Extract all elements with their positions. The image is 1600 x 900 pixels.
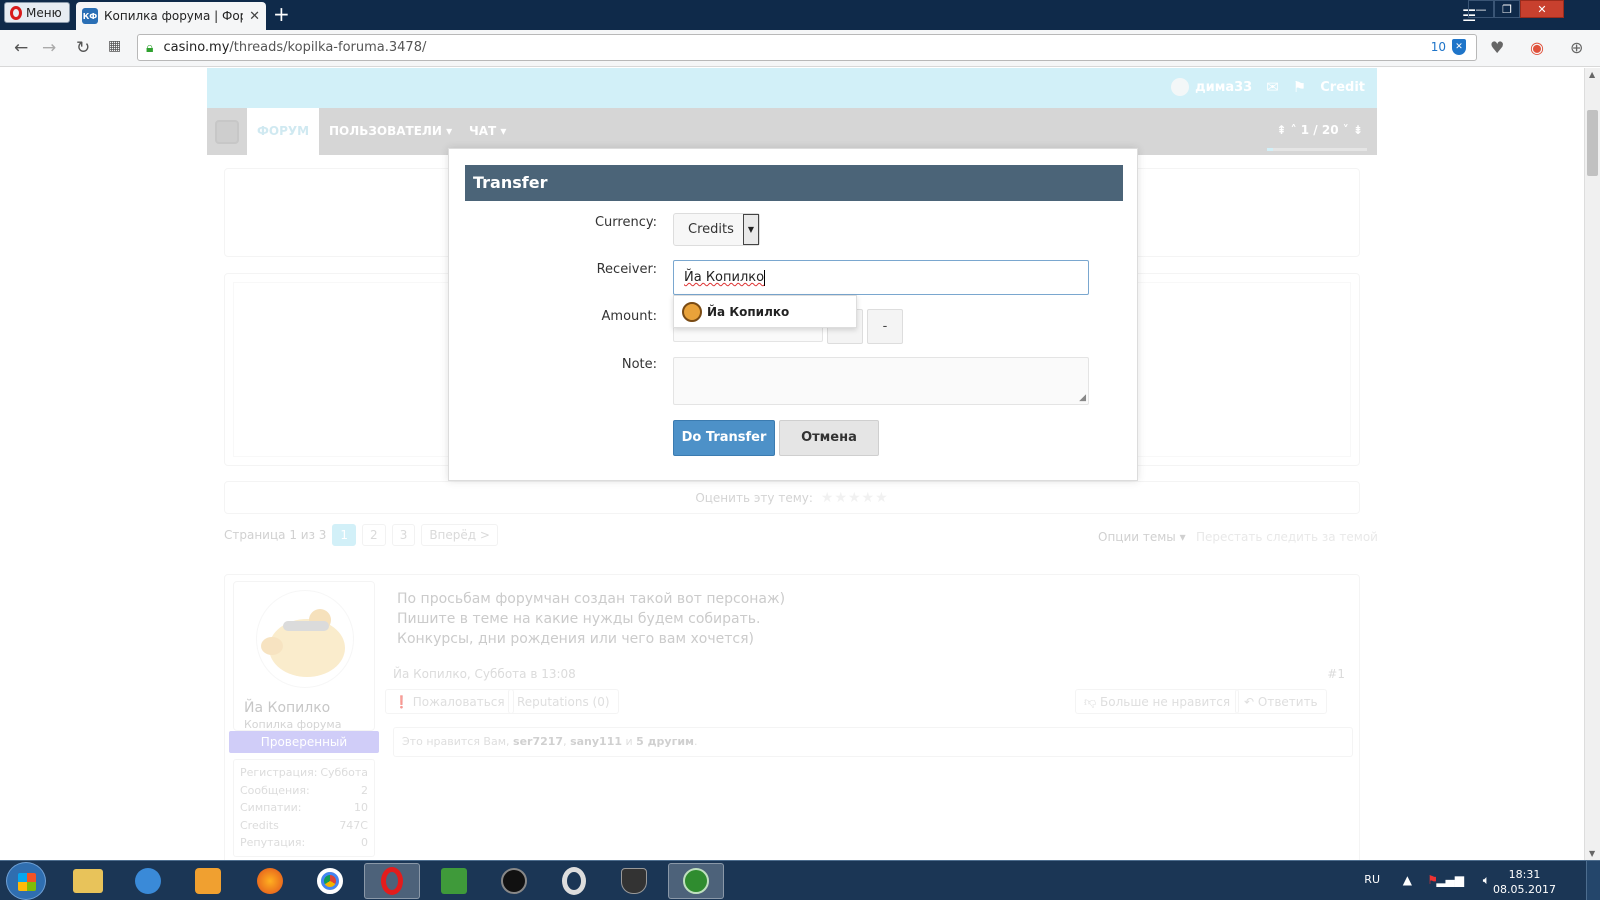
stats-app-icon[interactable] — [668, 863, 724, 899]
address-bar[interactable]: 🔒︎ casino.my/threads/kopilka-foruma.3478… — [137, 34, 1477, 61]
camtasia-icon[interactable] — [426, 863, 482, 899]
do-transfer-button[interactable]: Do Transfer — [673, 420, 775, 456]
tab-close-icon[interactable]: ✕ — [249, 9, 260, 24]
network-icon[interactable]: ▂▄▆ — [1436, 873, 1464, 887]
scroll-up-icon[interactable]: ▲ — [1589, 70, 1595, 79]
resize-handle-icon[interactable]: ◢ — [1079, 393, 1086, 403]
minimize-icon[interactable]: — — [1468, 0, 1494, 18]
currency-label: Currency: — [594, 215, 657, 230]
currency-value: Credits — [688, 222, 734, 237]
volume-icon[interactable]: 🔈︎ — [1483, 873, 1490, 888]
opera-dev-icon[interactable] — [546, 863, 602, 899]
heart-bookmark-icon[interactable]: ♥ — [1490, 38, 1504, 57]
page-scrollbar[interactable]: ▲ ▼ — [1584, 68, 1600, 860]
window-controls: — ❐ ✕ — [1468, 0, 1564, 18]
cancel-button[interactable]: Отмена — [779, 420, 879, 456]
autocomplete-suggestion[interactable]: Йа Копилко — [673, 295, 857, 328]
media-player-icon[interactable] — [180, 863, 236, 899]
maximize-icon[interactable]: ❐ — [1494, 0, 1520, 18]
currency-select[interactable]: Credits ▼ — [673, 213, 760, 246]
suggestion-name: Йа Копилко — [707, 304, 790, 319]
amount-label: Amount: — [601, 309, 657, 324]
clock-date: 08.05.2017 — [1493, 883, 1556, 896]
start-button[interactable] — [6, 862, 46, 900]
transfer-dialog: Transfer Currency: Credits ▼ Receiver: Й… — [448, 148, 1138, 481]
opera-taskbar-icon[interactable] — [364, 863, 420, 899]
receiver-input[interactable]: Йа Копилко — [673, 260, 1089, 295]
clock-time: 18:31 — [1508, 868, 1541, 881]
opera-logo-icon — [10, 5, 22, 20]
brk-app-icon[interactable] — [486, 863, 542, 899]
avatar — [682, 301, 702, 322]
url-domain: casino.my — [163, 40, 230, 55]
browser-titlebar: Меню КФ Копилка форума | Форум ✕ + ☰ — ❐… — [0, 0, 1600, 30]
chevron-down-icon[interactable]: ▼ — [743, 214, 759, 245]
browser-menu-label: Меню — [26, 5, 62, 20]
reload-icon[interactable]: ↻ — [76, 38, 90, 58]
chrome-icon[interactable] — [302, 863, 358, 899]
extension-icon[interactable]: ◉ — [1530, 38, 1544, 57]
tab-title: Копилка форума | Форум — [104, 9, 243, 23]
speed-dial-icon[interactable]: ▦ — [108, 38, 121, 54]
note-textarea[interactable]: ◢ — [673, 357, 1089, 405]
new-tab-icon[interactable]: + — [273, 4, 290, 24]
scroll-down-icon[interactable]: ▼ — [1589, 849, 1595, 858]
forward-icon[interactable]: → — [42, 38, 56, 58]
back-icon[interactable]: ← — [14, 38, 28, 58]
explorer-app-icon[interactable] — [60, 863, 116, 899]
download-icon[interactable]: ⊕ — [1570, 38, 1583, 57]
note-label: Note: — [621, 357, 657, 372]
windows-taskbar: RU ▲ ⚑ ▂▄▆ 🔈︎ 18:31 08.05.2017 — [0, 860, 1600, 900]
show-desktop-button[interactable] — [1586, 861, 1600, 900]
url-path: /threads/kopilka-foruma.3478/ — [229, 40, 427, 55]
language-indicator[interactable]: RU — [1364, 873, 1380, 886]
site-favicon-icon: КФ — [82, 8, 98, 24]
internet-explorer-icon[interactable] — [120, 863, 176, 899]
adblock-count: 10 — [1430, 40, 1446, 54]
browser-tab[interactable]: КФ Копилка форума | Форум ✕ — [76, 2, 266, 30]
receiver-value: Йа Копилко — [684, 270, 765, 285]
browser-toolbar: ← → ↻ ▦ 🔒︎ casino.my/threads/kopilka-for… — [0, 30, 1600, 67]
secure-lock-icon: 🔒︎ — [146, 39, 154, 56]
adblock-shield-icon[interactable]: ✕ — [1452, 39, 1466, 55]
tray-expand-icon[interactable]: ▲ — [1403, 873, 1412, 887]
world-of-tanks-icon[interactable] — [606, 863, 662, 899]
dialog-title: Transfer — [465, 165, 1123, 201]
system-clock[interactable]: 18:31 08.05.2017 — [1493, 867, 1556, 897]
receiver-label: Receiver: — [596, 262, 657, 277]
firefox-icon[interactable] — [242, 863, 298, 899]
browser-menu-button[interactable]: Меню — [4, 2, 70, 23]
window-close-icon[interactable]: ✕ — [1520, 0, 1564, 18]
amount-decrease-button[interactable]: - — [867, 309, 903, 344]
scrollbar-thumb[interactable] — [1587, 110, 1598, 176]
